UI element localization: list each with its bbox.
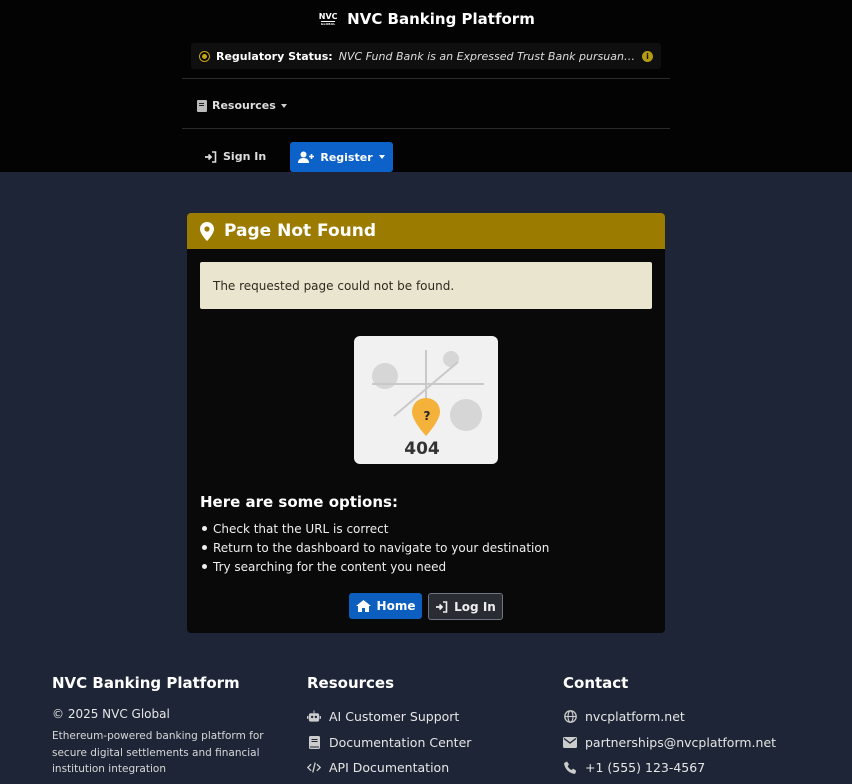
footer-link-documentation[interactable]: Documentation Center [307,730,471,756]
top-navbar: NVC GLOBAL NVC Banking Platform Regulato… [0,0,852,172]
error-alert: The requested page could not be found. [200,262,652,309]
resources-dropdown[interactable]: Resources [197,99,287,112]
list-item: Try searching for the content you need [200,557,549,576]
options-list: Check that the URL is correct Return to … [200,519,549,576]
card-header: Page Not Found [187,213,665,249]
footer-contact-email[interactable]: partnerships@nvcplatform.net [563,730,776,756]
resources-label: Resources [212,99,276,112]
footer-contact-list: nvcplatform.net partnerships@nvcplatform… [563,704,776,781]
error-code: 404 [404,439,440,459]
phone-icon [563,761,577,775]
caret-down-icon [378,155,385,159]
regulatory-status-message: NVC Fund Bank is an Expressed Trust Bank… [338,49,636,63]
info-icon[interactable]: i [642,50,653,62]
brand-logo-text: NVC [318,11,338,21]
home-icon [355,600,371,612]
envelope-icon [563,735,577,749]
error-alert-text: The requested page could not be found. [213,278,455,293]
home-button-label: Home [376,599,416,613]
regulatory-status-banner: Regulatory Status: NVC Fund Bank is an E… [191,43,661,69]
brand-logo: NVC GLOBAL [317,11,339,27]
footer-contact-label: +1 (555) 123-4567 [585,760,706,776]
options-heading: Here are some options: [200,493,398,511]
signin-link[interactable]: Sign In [204,150,266,163]
not-found-card: Page Not Found The requested page could … [187,213,665,633]
footer-contact-label: partnerships@nvcplatform.net [585,734,777,750]
footer-resources-column: Resources AI Customer Support Documentat… [307,674,547,775]
brand-logo-subtext: GLOBAL [320,20,336,26]
book-icon [307,735,321,749]
footer-resources-list: AI Customer Support Documentation Center… [307,704,471,781]
register-dropdown[interactable]: Register [290,142,393,172]
regulatory-status-label: Regulatory Status: [216,49,333,63]
footer-description: Ethereum-powered banking platform for se… [52,730,264,775]
question-mark-icon: ? [424,409,431,423]
footer-contact-phone[interactable]: +1 (555) 123-4567 [563,755,776,781]
footer-brand-column: NVC Banking Platform © 2025 NVC Global E… [52,674,292,775]
page-title: Page Not Found [224,221,377,241]
footer-contact-column: Contact nvcplatform.net partnerships@nvc… [563,674,823,775]
signin-label: Sign In [223,150,267,163]
footer-contact-label: nvcplatform.net [585,709,685,725]
sign-in-icon [436,600,448,613]
register-label: Register [320,150,373,164]
login-button[interactable]: Log In [428,593,503,620]
robot-icon [307,710,321,724]
footer-resources-title: Resources [307,674,395,692]
footer-copyright: © 2025 NVC Global [52,707,170,721]
list-item: Return to the dashboard to navigate to y… [200,538,549,557]
brand-title[interactable]: NVC Banking Platform [347,10,535,28]
user-plus-icon [298,151,315,163]
footer-brand-title: NVC Banking Platform [52,674,240,692]
sun-icon [199,50,210,62]
footer-link-ai-support[interactable]: AI Customer Support [307,704,471,730]
code-icon [307,761,321,775]
globe-icon [563,710,577,724]
footer-contact-website[interactable]: nvcplatform.net [563,704,776,730]
footer-link-label: Documentation Center [329,734,472,750]
caret-down-icon [280,103,287,108]
footer-link-label: AI Customer Support [329,709,460,725]
footer-link-api-docs[interactable]: API Documentation [307,755,471,781]
divider [182,78,670,79]
divider [182,128,670,129]
map-marker-icon [200,221,214,241]
sign-in-icon [205,150,217,163]
brand[interactable]: NVC GLOBAL NVC Banking Platform [0,8,852,30]
login-button-label: Log In [454,599,496,614]
book-icon [197,99,207,112]
footer-link-label: API Documentation [329,760,450,776]
404-illustration: ? 404 [354,336,498,464]
list-item: Check that the URL is correct [200,519,549,538]
footer-contact-title: Contact [563,674,629,692]
home-button[interactable]: Home [349,593,422,619]
